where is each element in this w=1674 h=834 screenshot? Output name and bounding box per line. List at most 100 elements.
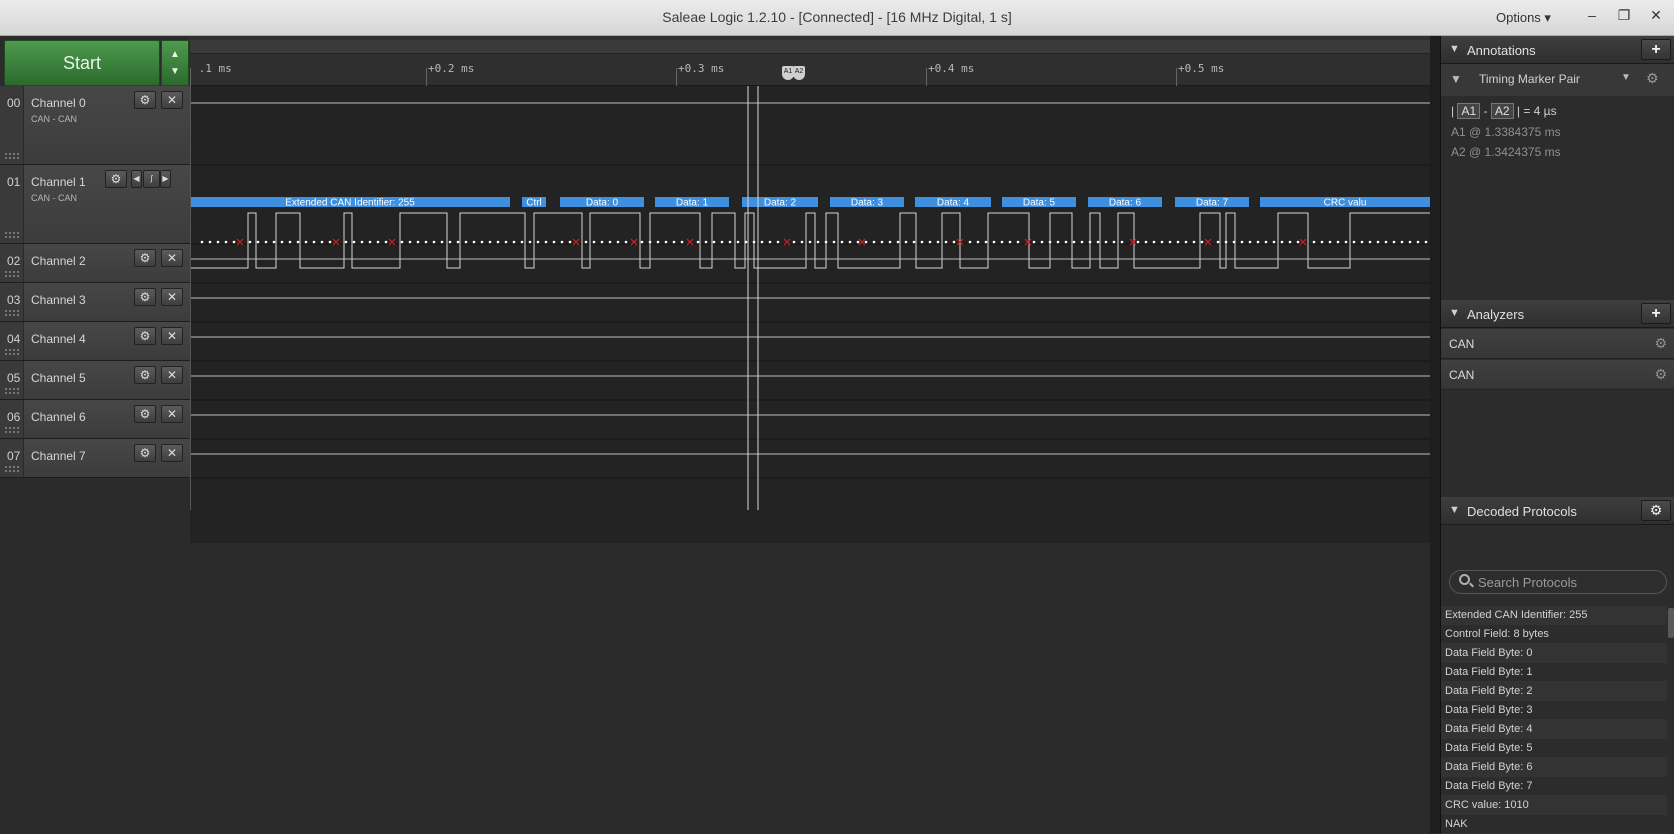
gear-icon[interactable]: ⚙ [1641, 500, 1671, 521]
chevron-right-icon[interactable]: ▶ [160, 170, 171, 188]
dropdown-arrow-icon[interactable]: ▼ [1621, 72, 1631, 83]
decoded-protocol-item[interactable]: CRC value: 1010 [1441, 796, 1667, 815]
channel-row[interactable]: 06 Channel 6 ⚙ ✕ [0, 400, 196, 439]
gear-icon[interactable]: ⚙ [134, 366, 156, 384]
trigger-edge-icon[interactable]: ʃ [143, 170, 160, 188]
analyzer-item[interactable]: CAN ⚙ [1441, 329, 1674, 359]
minimize-button[interactable]: – [1578, 4, 1606, 26]
drag-handle-icon[interactable] [5, 388, 19, 394]
channel-row[interactable]: 03 Channel 3 ⚙ ✕ [0, 283, 196, 322]
close-icon[interactable]: ✕ [161, 249, 183, 267]
sample-dot [624, 240, 628, 244]
add-analyzer-button[interactable]: + [1641, 303, 1671, 324]
drag-handle-icon[interactable] [5, 349, 19, 355]
gear-icon[interactable]: ⚙ [1654, 366, 1667, 383]
collapse-triangle-icon[interactable]: ▼ [1449, 504, 1460, 516]
panel-splitter[interactable] [1430, 36, 1440, 833]
channel-name[interactable]: Channel 2 [31, 254, 86, 268]
gear-icon[interactable]: ⚙ [1654, 335, 1667, 352]
sample-dot [312, 240, 316, 244]
channel-name[interactable]: Channel 4 [31, 332, 86, 346]
protocol-list-scrollbar[interactable] [1668, 608, 1674, 638]
gear-icon[interactable]: ⚙ [134, 288, 156, 306]
close-icon[interactable]: ✕ [161, 327, 183, 345]
drag-handle-icon[interactable] [5, 232, 19, 238]
waveform-canvas[interactable]: Extended CAN Identifier: 255 Ctrl Data: 0 D… [190, 86, 1430, 543]
time-ruler[interactable]: .1 ms +0.2 ms +0.3 ms +0.4 ms +0.5 ms A1 A2 [190, 36, 1430, 86]
drag-handle-icon[interactable] [5, 466, 19, 472]
channel-row[interactable]: 02 Channel 2 ⚙ ✕ [0, 244, 196, 283]
decoded-protocol-item[interactable]: Control Field: 8 bytes [1441, 625, 1667, 644]
gear-icon[interactable]: ⚙ [134, 405, 156, 423]
close-icon[interactable]: ✕ [161, 444, 183, 462]
sample-dot [376, 240, 380, 244]
decoded-protocol-item[interactable]: Data Field Byte: 5 [1441, 739, 1667, 758]
restore-button[interactable]: ❐ [1610, 4, 1638, 26]
drag-handle-icon[interactable] [5, 153, 19, 159]
sample-dot [808, 240, 812, 244]
channel-name[interactable]: Channel 7 [31, 449, 86, 463]
gear-icon[interactable]: ⚙ [134, 91, 156, 109]
channel-row[interactable]: 05 Channel 5 ⚙ ✕ [0, 361, 196, 400]
waveform-area[interactable]: Extended CAN Identifier: 255 Ctrl Data: 0 D… [190, 86, 1430, 543]
sample-dot [1216, 240, 1220, 244]
sample-dot [1048, 240, 1052, 244]
sample-dot [1000, 240, 1004, 244]
sample-dot [384, 240, 388, 244]
timing-marker-flag[interactable]: A2 [793, 66, 805, 80]
collapse-triangle-icon[interactable]: ▼ [1449, 307, 1460, 319]
add-annotation-button[interactable]: + [1641, 39, 1671, 60]
sample-dot [1400, 240, 1404, 244]
decoded-protocol-item[interactable]: Data Field Byte: 6 [1441, 758, 1667, 777]
gear-icon[interactable]: ⚙ [105, 170, 127, 188]
decoded-protocol-item[interactable]: Data Field Byte: 7 [1441, 777, 1667, 796]
decoded-protocol-item[interactable]: Extended CAN Identifier: 255 [1441, 606, 1667, 625]
annotations-header[interactable]: ▼ Annotations + [1441, 36, 1674, 64]
gear-icon[interactable]: ⚙ [134, 327, 156, 345]
close-icon[interactable]: ✕ [161, 288, 183, 306]
start-button[interactable]: Start [4, 40, 160, 86]
channel-row[interactable]: 01 Channel 1 CAN - CAN ⚙ ◀ ʃ ▶ [0, 165, 196, 244]
timing-marker-pair-row[interactable]: ▼ Timing Marker Pair ▼ ⚙ [1441, 64, 1674, 96]
close-window-button[interactable]: ✕ [1642, 4, 1670, 26]
sample-dot [1080, 240, 1084, 244]
drag-handle-icon[interactable] [5, 427, 19, 433]
gear-icon[interactable]: ⚙ [134, 249, 156, 267]
channel-row[interactable]: 04 Channel 4 ⚙ ✕ [0, 322, 196, 361]
decoded-protocols-header[interactable]: ▼ Decoded Protocols ⚙ [1441, 497, 1674, 525]
decoded-protocol-item[interactable]: Data Field Byte: 2 [1441, 682, 1667, 701]
close-icon[interactable]: ✕ [161, 91, 183, 109]
decoded-protocol-item[interactable]: Data Field Byte: 1 [1441, 663, 1667, 682]
collapse-triangle-icon[interactable]: ▼ [1449, 43, 1460, 55]
options-menu[interactable]: Options ▾ [1496, 10, 1551, 26]
gear-icon[interactable]: ⚙ [134, 444, 156, 462]
analyzer-item[interactable]: CAN ⚙ [1441, 360, 1674, 390]
decoded-protocol-item[interactable]: Data Field Byte: 4 [1441, 720, 1667, 739]
channel-row[interactable]: 07 Channel 7 ⚙ ✕ [0, 439, 196, 478]
ruler-scroll-strip[interactable] [190, 40, 1430, 54]
channel-name[interactable]: Channel 6 [31, 410, 86, 424]
close-icon[interactable]: ✕ [161, 366, 183, 384]
capture-options-button[interactable]: ▲ ▼ [161, 40, 189, 86]
decoded-protocol-item[interactable]: Data Field Byte: 3 [1441, 701, 1667, 720]
sample-dot [1064, 240, 1068, 244]
sample-dot [1264, 240, 1268, 244]
drag-handle-icon[interactable] [5, 310, 19, 316]
decoded-protocol-item[interactable]: NAK [1441, 815, 1667, 834]
drag-handle-icon[interactable] [5, 271, 19, 277]
gear-icon[interactable]: ⚙ [1646, 70, 1659, 87]
channel-name[interactable]: Channel 5 [31, 371, 86, 385]
channel-name[interactable]: Channel 1 [31, 175, 86, 189]
channel-name[interactable]: Channel 3 [31, 293, 86, 307]
sample-dot [1368, 240, 1372, 244]
sample-dot [1272, 240, 1276, 244]
decoded-protocol-item[interactable]: Data Field Byte: 0 [1441, 644, 1667, 663]
close-icon[interactable]: ✕ [161, 405, 183, 423]
chevron-left-icon[interactable]: ◀ [131, 170, 142, 188]
sample-dot [528, 240, 532, 244]
sample-dot [456, 240, 460, 244]
analyzers-header[interactable]: ▼ Analyzers + [1441, 300, 1674, 328]
channel-name[interactable]: Channel 0 [31, 96, 86, 110]
search-input[interactable]: Search Protocols [1449, 570, 1667, 594]
channel-row[interactable]: 00 Channel 0 CAN - CAN ⚙ ✕ [0, 86, 196, 165]
